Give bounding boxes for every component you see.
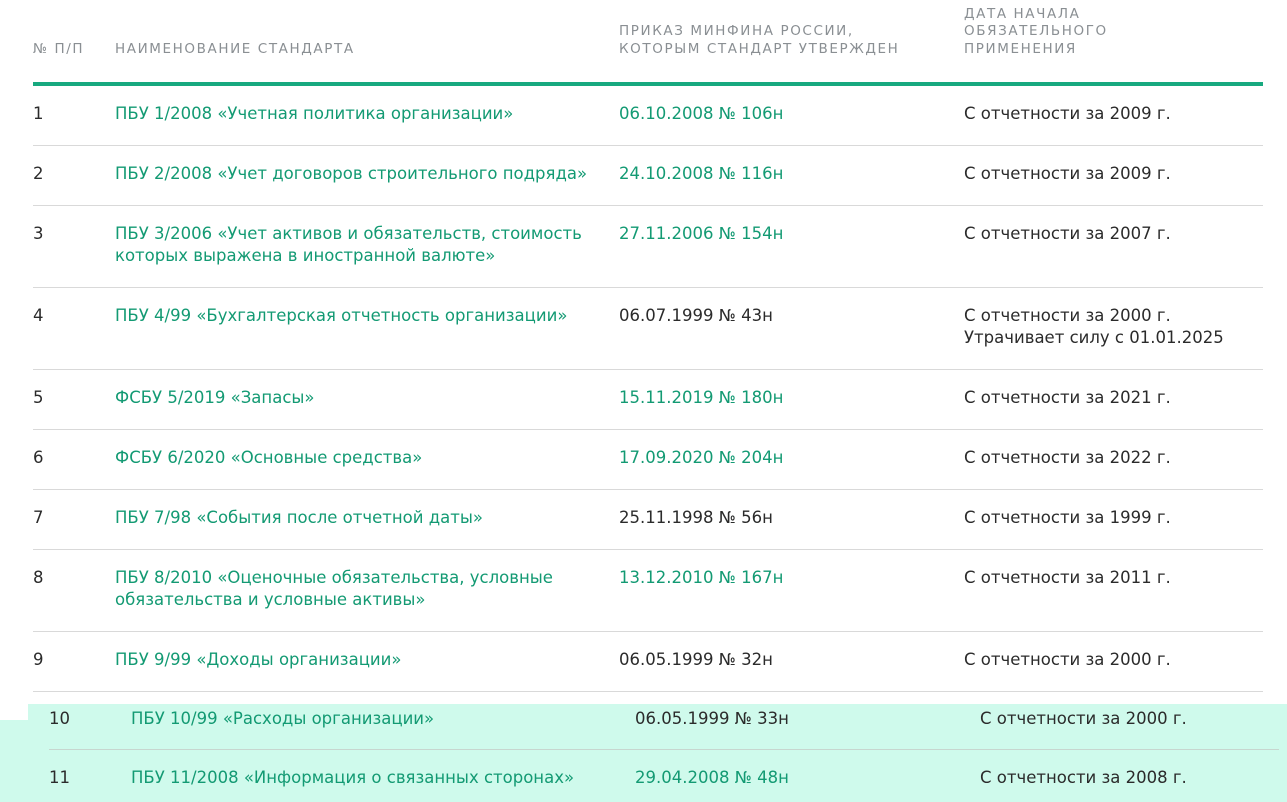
- header-num: № П/П: [33, 40, 85, 57]
- start-date: С отчетности за 2022 г.: [964, 448, 1171, 467]
- start-date: С отчетности за 2021 г.: [964, 388, 1171, 407]
- standard-link[interactable]: ПБУ 9/99 «Доходы организации»: [115, 649, 595, 671]
- row-num: 6: [33, 448, 44, 467]
- start-date: С отчетности за 2009 г.: [964, 104, 1171, 123]
- row-num: 3: [33, 224, 44, 243]
- table-row: 8 ПБУ 8/2010 «Оценочные обязательства, у…: [33, 550, 1263, 632]
- start-date: С отчетности за 2000 г.: [980, 709, 1187, 728]
- order-link[interactable]: 13.12.2010 № 167н: [619, 567, 783, 589]
- standard-link[interactable]: ПБУ 11/2008 «Информация о связанных стор…: [131, 767, 631, 789]
- standard-link[interactable]: ПБУ 1/2008 «Учетная политика организации…: [115, 103, 595, 125]
- row-num: 10: [49, 709, 70, 728]
- order-text: 06.05.1999 № 33н: [635, 709, 789, 728]
- table-row: 7 ПБУ 7/98 «События после отчетной даты»…: [33, 490, 1263, 550]
- order-text: 06.07.1999 № 43н: [619, 306, 773, 325]
- standard-link[interactable]: ФСБУ 6/2020 «Основные средства»: [115, 447, 595, 469]
- table-row: 3 ПБУ 3/2006 «Учет активов и обязательст…: [33, 206, 1263, 288]
- order-link[interactable]: 27.11.2006 № 154н: [619, 223, 783, 245]
- row-num: 4: [33, 306, 44, 325]
- table-row: 4 ПБУ 4/99 «Бухгалтерская отчетность орг…: [33, 288, 1263, 370]
- table-row: 2 ПБУ 2/2008 «Учет договоров строительно…: [33, 146, 1263, 206]
- table-header: № П/П НАИМЕНОВАНИЕ СТАНДАРТА ПРИКАЗ МИНФ…: [33, 0, 1263, 86]
- row-num: 1: [33, 104, 44, 123]
- order-link[interactable]: 06.10.2008 № 106н: [619, 103, 783, 125]
- standards-table: № П/П НАИМЕНОВАНИЕ СТАНДАРТА ПРИКАЗ МИНФ…: [33, 0, 1263, 692]
- order-text: 25.11.1998 № 56н: [619, 508, 773, 527]
- standard-link[interactable]: ПБУ 8/2010 «Оценочные обязательства, усл…: [115, 567, 595, 611]
- row-divider: [49, 749, 1279, 750]
- order-text: 06.05.1999 № 32н: [619, 650, 773, 669]
- start-date: С отчетности за 1999 г.: [964, 508, 1171, 527]
- order-link[interactable]: 15.11.2019 № 180н: [619, 387, 783, 409]
- order-link[interactable]: 24.10.2008 № 116н: [619, 163, 783, 185]
- start-date: С отчетности за 2000 г.: [964, 650, 1171, 669]
- start-date: С отчетности за 2011 г.: [964, 568, 1171, 587]
- standard-link[interactable]: ПБУ 2/2008 «Учет договоров строительного…: [115, 163, 605, 185]
- start-date: С отчетности за 2007 г.: [964, 224, 1171, 243]
- table-row: 5 ФСБУ 5/2019 «Запасы» 15.11.2019 № 180н…: [33, 370, 1263, 430]
- highlight-overlay: 10 ПБУ 10/99 «Расходы организации» 06.05…: [0, 704, 1287, 802]
- row-num: 9: [33, 650, 44, 669]
- header-name: НАИМЕНОВАНИЕ СТАНДАРТА: [115, 40, 355, 57]
- row-num: 11: [49, 768, 70, 787]
- row-num: 7: [33, 508, 44, 527]
- overlay-gap: [0, 704, 28, 720]
- table-row: 6 ФСБУ 6/2020 «Основные средства» 17.09.…: [33, 430, 1263, 490]
- start-date: С отчетности за 2008 г.: [980, 768, 1187, 787]
- row-num: 2: [33, 164, 44, 183]
- order-link[interactable]: 29.04.2008 № 48н: [635, 767, 789, 789]
- table-row: 9 ПБУ 9/99 «Доходы организации» 06.05.19…: [33, 632, 1263, 692]
- header-order: ПРИКАЗ МИНФИНА РОССИИ, КОТОРЫМ СТАНДАРТ …: [619, 23, 900, 57]
- standard-link[interactable]: ПБУ 4/99 «Бухгалтерская отчетность орган…: [115, 305, 595, 327]
- standard-link[interactable]: ПБУ 3/2006 «Учет активов и обязательств,…: [115, 223, 595, 267]
- row-num: 5: [33, 388, 44, 407]
- standard-link[interactable]: ПБУ 10/99 «Расходы организации»: [131, 708, 611, 730]
- start-date: С отчетности за 2009 г.: [964, 164, 1171, 183]
- table-row: 1 ПБУ 1/2008 «Учетная политика организац…: [33, 86, 1263, 146]
- header-date: ДАТА НАЧАЛА ОБЯЗАТЕЛЬНОГО ПРИМЕНЕНИЯ: [964, 5, 1108, 57]
- standard-link[interactable]: ПБУ 7/98 «События после отчетной даты»: [115, 507, 595, 529]
- order-link[interactable]: 17.09.2020 № 204н: [619, 447, 783, 469]
- standard-link[interactable]: ФСБУ 5/2019 «Запасы»: [115, 387, 595, 409]
- row-num: 8: [33, 568, 44, 587]
- start-date: С отчетности за 2000 г. Утрачивает силу …: [964, 306, 1224, 347]
